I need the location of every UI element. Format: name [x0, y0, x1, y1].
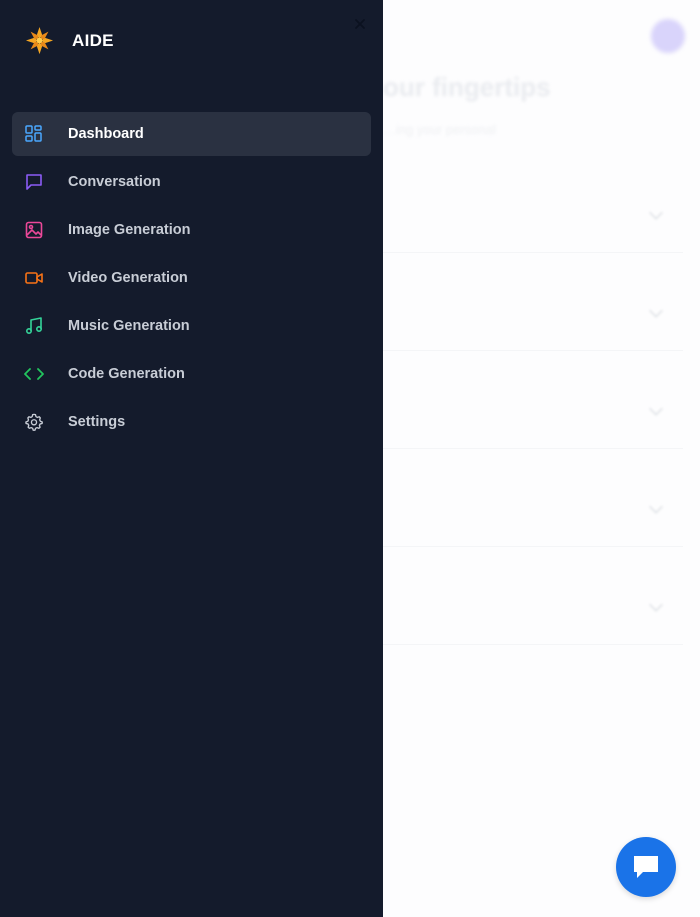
- sidebar-nav: Dashboard Conversation Image Generation: [12, 112, 371, 448]
- list-item[interactable]: [383, 278, 683, 351]
- chevron-down-icon: [648, 499, 664, 515]
- sidebar-item-label: Conversation: [68, 174, 161, 190]
- chat-icon: [24, 172, 44, 192]
- sidebar-item-image-generation[interactable]: Image Generation: [12, 208, 371, 252]
- sidebar-item-dashboard[interactable]: Dashboard: [12, 112, 371, 156]
- sidebar-item-label: Image Generation: [68, 222, 191, 238]
- close-icon: [355, 19, 365, 29]
- close-button[interactable]: [351, 15, 369, 33]
- gear-icon: [24, 412, 44, 432]
- chat-support-button[interactable]: [616, 837, 676, 897]
- list-item[interactable]: [383, 376, 683, 449]
- sidebar-item-settings[interactable]: Settings: [12, 400, 371, 444]
- sidebar-item-music-generation[interactable]: Music Generation: [12, 304, 371, 348]
- list-item[interactable]: [383, 572, 683, 645]
- sidebar-item-label: Code Generation: [68, 366, 185, 382]
- dashboard-icon: [24, 124, 44, 144]
- app-name: AIDE: [72, 30, 114, 50]
- brand[interactable]: AIDE: [24, 25, 114, 56]
- chevron-down-icon: [648, 401, 664, 417]
- image-icon: [24, 220, 44, 240]
- chevron-down-icon: [648, 597, 664, 613]
- sidebar-drawer: AIDE Dashboard Conversation Image Genera…: [0, 0, 383, 917]
- list-item[interactable]: [383, 474, 683, 547]
- page-heading: our fingertips: [383, 72, 551, 102]
- sidebar-item-conversation[interactable]: Conversation: [12, 160, 371, 204]
- user-avatar[interactable]: [651, 19, 685, 53]
- video-icon: [24, 268, 44, 288]
- chat-bubble-icon: [634, 856, 658, 878]
- page-subheading: …ing your personal: [383, 122, 496, 137]
- sidebar-item-label: Settings: [68, 414, 126, 430]
- chevron-down-icon: [648, 205, 664, 221]
- sidebar-item-label: Video Generation: [68, 270, 188, 286]
- logo-icon: [25, 26, 54, 55]
- sidebar-item-code-generation[interactable]: Code Generation: [12, 352, 371, 396]
- music-icon: [24, 316, 44, 336]
- sidebar-item-label: Music Generation: [68, 318, 190, 334]
- code-icon: [24, 364, 44, 384]
- chevron-down-icon: [648, 303, 664, 319]
- list-item[interactable]: [383, 180, 683, 253]
- sidebar-item-label: Dashboard: [68, 126, 144, 142]
- sidebar-item-video-generation[interactable]: Video Generation: [12, 256, 371, 300]
